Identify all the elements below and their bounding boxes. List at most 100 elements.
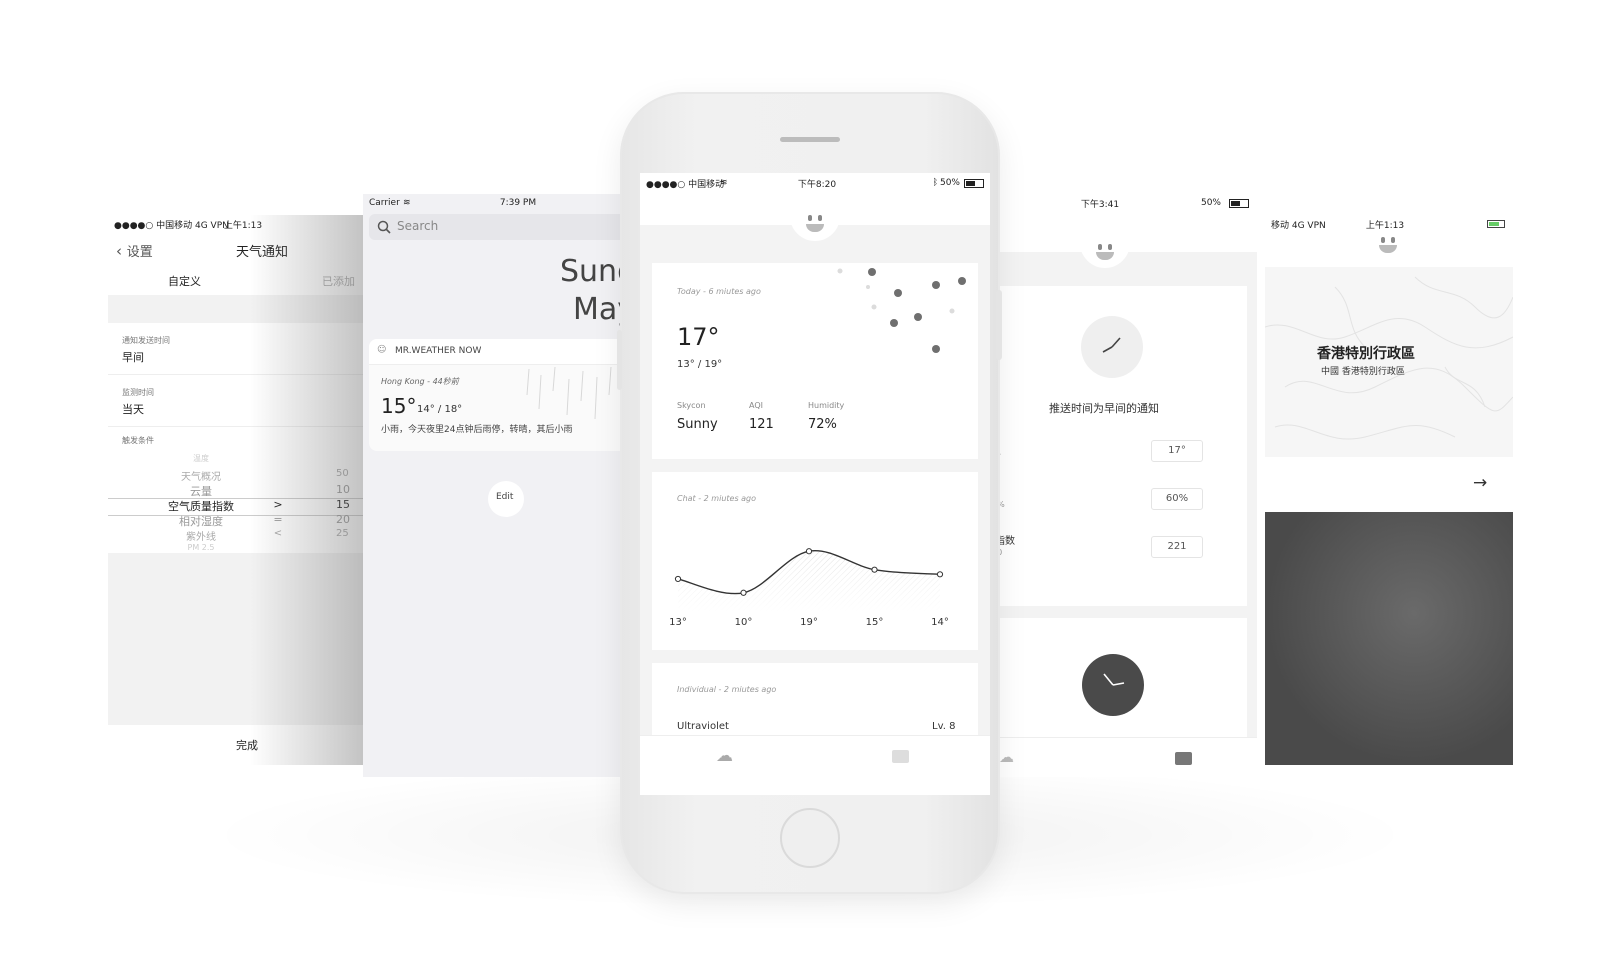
- list-tab-icon[interactable]: [892, 750, 909, 763]
- row-trigger: 触发条件: [108, 427, 366, 453]
- chevron-left-icon: ‹: [116, 242, 127, 260]
- chat-caption: Chat - 2 miutes ago: [677, 494, 757, 503]
- cloud-tab-icon[interactable]: ☁: [716, 746, 733, 766]
- segment-tabs: 自定义 已添加: [108, 265, 366, 295]
- picker-option[interactable]: 10: [336, 483, 366, 496]
- row-value: 当天: [122, 403, 144, 416]
- settings-list: 通知发送时间 早间 监测时间 当天 触发条件: [108, 323, 366, 453]
- weather-widget[interactable]: ☺ MR.WEATHER NOW Hong Kong - 44秒前 15° 14…: [369, 339, 625, 451]
- second-card[interactable]: [985, 618, 1247, 748]
- notification-card[interactable]: 推送时间为早间的通知 20°17°率40%60%量指数100221: [985, 286, 1247, 606]
- clock-icon: [1102, 337, 1121, 353]
- phone-speaker: [780, 137, 840, 142]
- tab-bar: ☁: [640, 735, 990, 795]
- footer-bar: 完成: [108, 725, 366, 765]
- arrow-right-icon[interactable]: →: [1473, 473, 1487, 493]
- status-bar: ●●●●○ 中国移动 4G VPN 上午1:13: [108, 215, 366, 233]
- phone-side-button: [996, 290, 1002, 360]
- carrier-label: Carrier: [369, 198, 400, 208]
- picker-option[interactable]: 50: [336, 468, 366, 479]
- uv-value: Lv. 8: [932, 721, 956, 732]
- picker-option[interactable]: 25: [336, 528, 366, 539]
- picker-option[interactable]: 温度: [141, 453, 261, 464]
- status-time: 下午3:41: [1080, 199, 1120, 210]
- battery-percent: 50%: [939, 178, 960, 188]
- app-face-logo: [1363, 233, 1413, 261]
- picker-option[interactable]: 空气质量指数: [141, 498, 261, 514]
- condition-picker[interactable]: 温度天气概况 云量 空气质量指数 相对湿度 紫外线 PM 2.5 > = < 50 10 15 20…: [108, 453, 366, 553]
- status-time: 下午8:20: [797, 179, 837, 190]
- tab-bar: ☁: [985, 737, 1257, 777]
- today-temp: 17°: [677, 323, 720, 351]
- app-face-icon: ☺: [377, 345, 387, 355]
- picker-option[interactable]: 相对湿度: [141, 513, 261, 529]
- map-view[interactable]: 香港特別行政區 中國 香港特別行政區: [1265, 267, 1513, 457]
- back-button[interactable]: ‹ 设置: [116, 241, 153, 260]
- carrier-label: ●●●●○ 中国移动: [646, 179, 725, 190]
- cloud-tab-icon[interactable]: ☁: [999, 748, 1014, 766]
- wifi-icon: ≋: [403, 198, 411, 208]
- threshold-value-pill[interactable]: 60%: [1151, 488, 1203, 510]
- done-button[interactable]: 完成: [236, 737, 258, 753]
- tab-added[interactable]: 已添加: [322, 273, 355, 289]
- widget-temp: 15°: [381, 394, 417, 418]
- place-name: 香港特別行政區: [1317, 346, 1415, 362]
- row-monitor-time[interactable]: 监测时间 当天: [108, 375, 366, 427]
- chart-point: [936, 571, 944, 578]
- row-send-time[interactable]: 通知发送时间 早间: [108, 323, 366, 375]
- screen-notification-widget: Carrier ≋ 7:39 PM Search Sunday May ☺ MR…: [363, 194, 625, 777]
- row-label: 触发条件: [122, 436, 154, 445]
- date-month: May: [573, 292, 625, 327]
- chart-tick-label: 15°: [866, 617, 884, 628]
- status-time: 7:39 PM: [499, 198, 537, 208]
- threshold-value-pill[interactable]: 221: [1151, 536, 1203, 558]
- clock-badge-light: [1081, 316, 1143, 378]
- nav-title: 天气通知: [236, 245, 289, 260]
- threshold-value-pill[interactable]: 17°: [1151, 440, 1203, 462]
- stat-label: Skycon: [677, 401, 706, 410]
- battery-percent: 50%: [1200, 198, 1221, 208]
- chart-tick-label: 19°: [800, 617, 818, 628]
- chat-card[interactable]: Chat - 2 miutes ago 13° 10° 19° 15° 14°: [652, 472, 978, 650]
- row-label: 监测时间: [122, 388, 154, 397]
- chart-point: [871, 566, 878, 573]
- stat-label: Humidity: [808, 401, 845, 410]
- stat-value: Sunny: [677, 417, 718, 432]
- picker-option[interactable]: PM 2.5: [141, 543, 261, 552]
- search-bar[interactable]: Search: [369, 214, 625, 240]
- place-subtitle: 中國 香港特別行政區: [1321, 367, 1405, 377]
- phone-volume-button: [617, 330, 622, 390]
- status-bar: 动 下午3:41 50%: [985, 194, 1257, 212]
- today-caption: Today - 6 miutes ago: [677, 287, 761, 296]
- bluetooth-icon: ᛒ: [932, 178, 938, 188]
- picker-option[interactable]: 20: [336, 513, 366, 526]
- search-input[interactable]: Search: [397, 219, 438, 233]
- wifi-icon: ≋: [720, 178, 728, 188]
- home-button[interactable]: [780, 808, 840, 868]
- screen-main-weather: ●●●●○ 中国移动 ≋ 下午8:20 ᛒ 50% Today - 6 miut…: [640, 173, 990, 795]
- status-time: 上午1:13: [223, 220, 263, 231]
- status-bar: Carrier ≋ 7:39 PM: [363, 194, 625, 212]
- widget-app-name: MR.WEATHER NOW: [395, 346, 482, 356]
- app-face-logo: [790, 209, 840, 241]
- picker-option[interactable]: 15: [336, 498, 366, 511]
- stat-value: 121: [749, 417, 774, 432]
- dark-panel: [1265, 512, 1513, 765]
- status-bar: ●●●●○ 中国移动 ≋ 下午8:20 ᛒ 50%: [640, 173, 990, 193]
- picker-option[interactable]: 天气概况: [141, 468, 261, 483]
- status-bar: 移动 4G VPN 上午1:13: [1265, 215, 1513, 233]
- row-label: 通知发送时间: [122, 336, 170, 345]
- location-row[interactable]: →: [1265, 457, 1513, 512]
- stat-label: AQI: [749, 401, 763, 410]
- picker-option[interactable]: =: [268, 513, 288, 526]
- picker-option[interactable]: 紫外线: [141, 528, 261, 543]
- picker-option[interactable]: >: [268, 498, 288, 511]
- today-card[interactable]: Today - 6 miutes ago 17° 13° / 19° Skyco…: [652, 263, 978, 459]
- app-face-logo: [1080, 240, 1130, 268]
- list-tab-icon[interactable]: [1175, 752, 1192, 765]
- picker-option[interactable]: 云量: [141, 483, 261, 499]
- picker-option[interactable]: <: [268, 528, 288, 539]
- edit-button[interactable]: Edit: [488, 481, 524, 517]
- widget-header: ☺ MR.WEATHER NOW: [369, 339, 625, 365]
- tab-custom[interactable]: 自定义: [168, 273, 201, 289]
